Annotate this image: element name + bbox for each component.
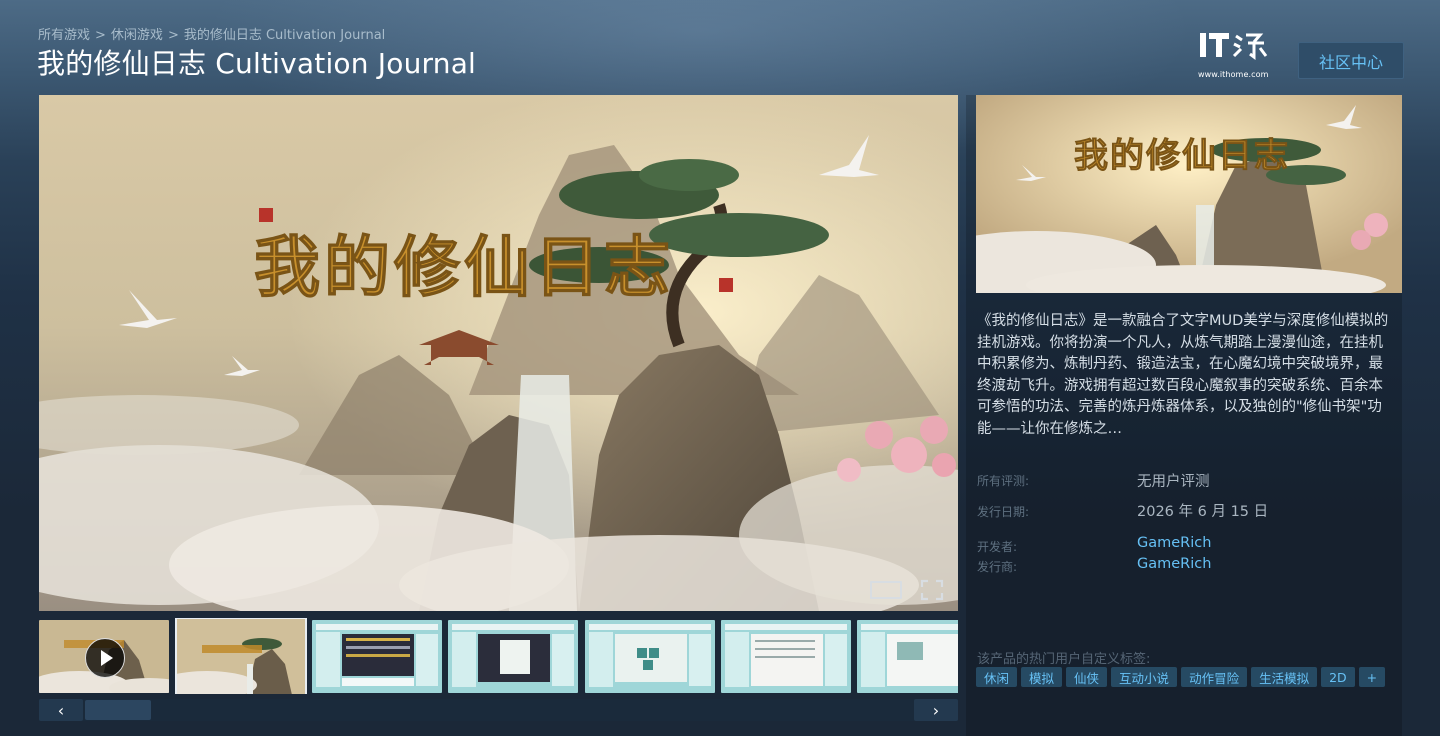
tag-action-adventure[interactable]: 动作冒险 xyxy=(1181,667,1248,687)
developer-label: 开发者: xyxy=(977,540,1018,554)
thumbnail-screenshot[interactable] xyxy=(585,620,715,693)
breadcrumb-item-all-games[interactable]: 所有游戏 xyxy=(38,28,90,43)
thumbnail-art xyxy=(721,620,851,693)
thumbnail-video[interactable] xyxy=(39,620,169,693)
tag-simulation[interactable]: 模拟 xyxy=(1021,667,1063,687)
game-description: 《我的修仙日志》是一款融合了文字MUD美学与深度修仙模拟的挂机游戏。你将扮演一个… xyxy=(977,313,1389,437)
breadcrumb-item-casual-games[interactable]: 休闲游戏 xyxy=(111,28,163,43)
thumbnail-scrollbar[interactable]: ‹ › xyxy=(39,699,958,721)
community-hub-button[interactable]: 社区中心 xyxy=(1298,42,1404,79)
publisher-label: 发行商: xyxy=(977,560,1018,574)
main-art-title: 我的修仙日志 xyxy=(254,228,674,306)
thumbnail-art xyxy=(857,620,958,693)
thumbnail-screenshot[interactable] xyxy=(721,620,851,693)
scrollbar-thumb[interactable] xyxy=(85,700,151,720)
breadcrumb-item-current-game[interactable]: 我的修仙日志 Cultivation Journal xyxy=(184,28,385,43)
thumbnail-art xyxy=(177,619,305,694)
media-thumbnail-strip xyxy=(39,618,958,694)
chevron-right-icon[interactable]: › xyxy=(914,699,958,721)
ithome-url: www.ithome.com xyxy=(1198,70,1269,79)
developer-link[interactable]: GameRich xyxy=(1137,535,1211,551)
theater-mode-icon[interactable] xyxy=(870,581,902,599)
breadcrumb: 所有游戏 > 休闲游戏 > 我的修仙日志 Cultivation Journal xyxy=(38,24,385,43)
page-title: 我的修仙日志 Cultivation Journal xyxy=(37,47,477,80)
main-artwork: 我的修仙日志 xyxy=(39,95,958,611)
thumbnail-screenshot[interactable] xyxy=(857,620,958,693)
fullscreen-icon[interactable] xyxy=(920,579,944,601)
tag-2d[interactable]: 2D xyxy=(1321,667,1355,687)
thumbnail-screenshot[interactable] xyxy=(312,620,442,693)
breadcrumb-separator: > xyxy=(95,28,106,43)
thumbnail-art xyxy=(585,620,715,693)
thumbnail-screenshot[interactable] xyxy=(448,620,578,693)
thumbnail-art xyxy=(448,620,578,693)
capsule-artwork: 我的修仙日志 xyxy=(976,95,1402,293)
thumbnail-art xyxy=(312,620,442,693)
chevron-left-icon[interactable]: ‹ xyxy=(39,699,83,721)
ithome-watermark-logo: www.ithome.com xyxy=(1198,30,1276,79)
tag-list: 休闲 模拟 仙侠 互动小说 动作冒险 生活模拟 2D + xyxy=(976,667,1386,687)
reviews-value: 无用户评测 xyxy=(1137,474,1210,490)
tag-xianxia[interactable]: 仙侠 xyxy=(1066,667,1108,687)
media-controls xyxy=(870,579,944,601)
ithome-logo-mark xyxy=(1200,33,1268,60)
tag-life-sim[interactable]: 生活模拟 xyxy=(1251,667,1318,687)
capsule-art-title: 我的修仙日志 xyxy=(1074,136,1290,176)
add-tag-button[interactable]: + xyxy=(1358,667,1386,687)
release-date-value: 2026 年 6 月 15 日 xyxy=(1137,504,1269,520)
tag-interactive-fiction[interactable]: 互动小说 xyxy=(1111,667,1178,687)
tag-casual[interactable]: 休闲 xyxy=(976,667,1018,687)
breadcrumb-separator: > xyxy=(167,28,179,43)
game-capsule-image: 我的修仙日志 xyxy=(976,95,1402,293)
thumbnail-selected-image[interactable] xyxy=(175,618,307,694)
release-date-label: 发行日期: xyxy=(977,505,1030,519)
publisher-link[interactable]: GameRich xyxy=(1137,556,1211,572)
popular-tags-title: 该产品的热门用户自定义标签: xyxy=(977,652,1151,667)
main-media-viewer[interactable]: 我的修仙日志 xyxy=(39,95,958,611)
reviews-label: 所有评测: xyxy=(977,474,1030,488)
play-icon[interactable] xyxy=(85,638,125,678)
